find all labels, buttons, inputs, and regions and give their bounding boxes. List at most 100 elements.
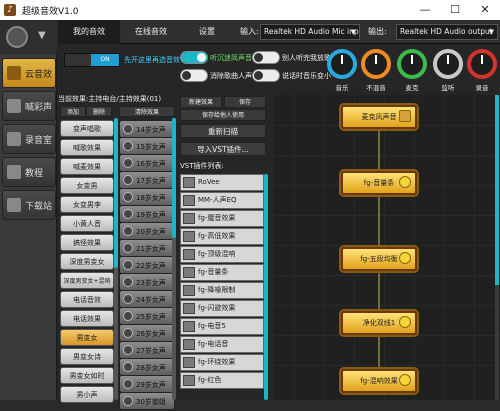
vocal-remove-toggle[interactable] bbox=[180, 69, 208, 82]
tab-settings[interactable]: 设置 bbox=[182, 20, 232, 44]
add-button[interactable]: 添加 bbox=[60, 106, 86, 117]
import-vst-button[interactable]: 导入VST插件... bbox=[180, 142, 266, 156]
tab-my-effects[interactable]: 我的音效 bbox=[58, 20, 120, 44]
node-toggle-icon[interactable] bbox=[399, 176, 411, 188]
tab-online-effects[interactable]: 在线音效 bbox=[120, 20, 182, 44]
mix-dial-icon[interactable] bbox=[361, 49, 391, 79]
list-item[interactable]: 深度男变女 bbox=[60, 253, 114, 270]
chevron-down-icon: ▼ bbox=[488, 28, 494, 36]
list-item[interactable]: 24岁女声 bbox=[119, 290, 175, 308]
app-badge-icon[interactable] bbox=[6, 26, 28, 48]
close-button[interactable]: ✕ bbox=[470, 0, 500, 20]
minimize-button[interactable]: — bbox=[410, 0, 440, 20]
list-item[interactable]: fg-音量条 bbox=[180, 264, 264, 281]
list-item[interactable]: 电话效果 bbox=[60, 310, 114, 327]
monitor-dial-icon[interactable] bbox=[433, 49, 463, 79]
rescan-button[interactable]: 重新扫描 bbox=[180, 124, 266, 138]
list-item[interactable]: 30岁御姐 bbox=[119, 392, 175, 410]
list-item[interactable]: 男变女如时 bbox=[60, 367, 114, 384]
effect-list-scrollbar[interactable] bbox=[114, 118, 118, 400]
output-device-select[interactable]: Realtek HD Audio output ▼ bbox=[396, 24, 498, 40]
list-item[interactable]: RoVee bbox=[180, 174, 264, 191]
list-item[interactable]: 男变女诗 bbox=[60, 348, 114, 365]
list-item[interactable]: 14岁女声 bbox=[119, 120, 175, 138]
new-effect-button[interactable]: 新建效果 bbox=[180, 96, 222, 108]
music-toggle[interactable] bbox=[252, 51, 280, 64]
list-item[interactable]: 20岁女声 bbox=[119, 222, 175, 240]
mic-dial-icon[interactable] bbox=[397, 49, 427, 79]
list-item[interactable]: fg-电音5 bbox=[180, 318, 264, 335]
chain-node-purify[interactable]: 净化双线1 bbox=[341, 311, 417, 335]
gear-icon bbox=[123, 328, 133, 338]
list-item[interactable]: 16岁女声 bbox=[119, 154, 175, 172]
voice-list-scrollbar[interactable] bbox=[172, 118, 176, 400]
list-item[interactable]: fg-红色 bbox=[180, 372, 264, 389]
list-item[interactable]: 电话音效 bbox=[60, 291, 114, 308]
mic-knob[interactable]: 麦克 bbox=[396, 45, 428, 95]
music-dial-icon[interactable] bbox=[327, 49, 357, 79]
list-item[interactable]: fg-环绕效果 bbox=[180, 354, 264, 371]
vst-list-scrollbar[interactable] bbox=[264, 174, 268, 400]
node-toggle-icon[interactable] bbox=[399, 316, 411, 328]
list-item[interactable]: fg-顶级混响 bbox=[180, 246, 264, 263]
list-item[interactable]: 女变男李 bbox=[60, 196, 114, 213]
chain-node-reverb[interactable]: fg-混响效果 bbox=[341, 369, 417, 393]
node-toggle-icon[interactable] bbox=[399, 374, 411, 386]
chain-node-volume[interactable]: fg-音量条 bbox=[341, 171, 417, 195]
chain-scrollbar[interactable] bbox=[495, 95, 499, 400]
list-item[interactable]: 深度男变女+混响 bbox=[60, 272, 114, 289]
list-item[interactable]: 26岁女声 bbox=[119, 324, 175, 342]
list-item[interactable]: fg-闪避效果 bbox=[180, 300, 264, 317]
list-item[interactable]: fg-魔音效果 bbox=[180, 210, 264, 227]
list-item[interactable]: MM-人声EQ bbox=[180, 192, 264, 209]
chain-node-eq[interactable]: fg-五段均衡 bbox=[341, 247, 417, 271]
list-item-selected[interactable]: 男变女 bbox=[60, 329, 114, 346]
chain-node-mic[interactable]: 麦克风声音 bbox=[341, 105, 417, 129]
sidebar-item-download[interactable]: 下载站 bbox=[2, 190, 56, 220]
sidebar-item-tutorial[interactable]: 教程 bbox=[2, 157, 56, 187]
node-settings-icon[interactable] bbox=[399, 110, 411, 122]
list-item[interactable]: 21岁女声 bbox=[119, 239, 175, 257]
list-item[interactable]: 小黄人音 bbox=[60, 215, 114, 232]
list-item[interactable]: 27岁女声 bbox=[119, 341, 175, 359]
sidebar-item-studio[interactable]: 录音室 bbox=[2, 124, 56, 154]
chevron-down-icon[interactable]: ▼ bbox=[38, 30, 46, 41]
app-logo-icon: ♪ bbox=[4, 4, 16, 16]
record-knob[interactable]: 录音 bbox=[466, 45, 498, 95]
list-item[interactable]: 25岁女声 bbox=[119, 307, 175, 325]
list-item[interactable]: 17岁女声 bbox=[119, 171, 175, 189]
list-item[interactable]: 喊歌效果 bbox=[60, 139, 114, 156]
list-item[interactable]: fg-高低效果 bbox=[180, 228, 264, 245]
music-knob[interactable]: 音乐 bbox=[326, 45, 358, 95]
list-item[interactable]: 女变男 bbox=[60, 177, 114, 194]
list-item[interactable]: 变声唱歌 bbox=[60, 120, 114, 137]
maximize-button[interactable]: ☐ bbox=[440, 0, 470, 20]
list-item[interactable]: 18岁女声 bbox=[119, 188, 175, 206]
list-item[interactable]: 28岁女声 bbox=[119, 358, 175, 376]
sidebar-item-shout[interactable]: 喊彩声 bbox=[2, 91, 56, 121]
mix-knob[interactable]: 不混音 bbox=[360, 45, 392, 95]
list-item[interactable]: 23岁女声 bbox=[119, 273, 175, 291]
list-item[interactable]: 男小声 bbox=[60, 386, 114, 403]
node-toggle-icon[interactable] bbox=[399, 252, 411, 264]
save-button[interactable]: 保存 bbox=[224, 96, 266, 108]
monitor-toggle[interactable] bbox=[180, 51, 208, 64]
list-item[interactable]: 29岁女声 bbox=[119, 375, 175, 393]
clear-effects-button[interactable]: 清除效果 bbox=[119, 106, 175, 117]
gear-icon bbox=[123, 226, 133, 236]
list-item[interactable]: 19岁女声 bbox=[119, 205, 175, 223]
record-dial-icon[interactable] bbox=[467, 49, 497, 79]
save-share-button[interactable]: 保存给他人使用 bbox=[180, 109, 266, 121]
list-item[interactable]: 15岁女声 bbox=[119, 137, 175, 155]
list-item[interactable]: fg-降噪限制 bbox=[180, 282, 264, 299]
list-item[interactable]: 喊麦效果 bbox=[60, 158, 114, 175]
remove-button[interactable]: 删除 bbox=[86, 106, 112, 117]
monitor-knob[interactable]: 监听 bbox=[432, 45, 464, 95]
master-enable-switch[interactable]: ON bbox=[64, 53, 120, 67]
list-item[interactable]: 22岁女声 bbox=[119, 256, 175, 274]
sidebar-item-cloud-effects[interactable]: 云音效 bbox=[2, 58, 56, 88]
list-item[interactable]: 搞怪效果 bbox=[60, 234, 114, 251]
duck-toggle[interactable] bbox=[252, 69, 280, 82]
list-item[interactable]: fg-电话音 bbox=[180, 336, 264, 353]
input-device-select[interactable]: Realtek HD Audio Mic input ▼ bbox=[260, 24, 360, 40]
